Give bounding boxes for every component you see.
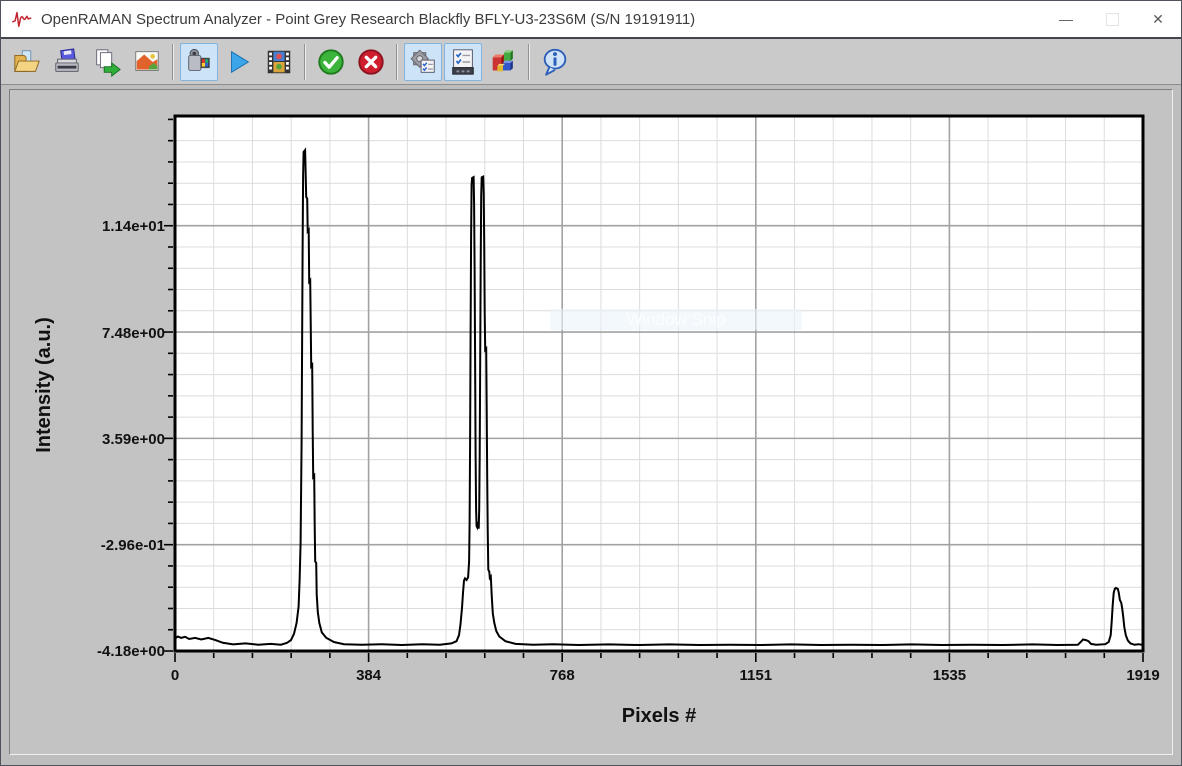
open-button[interactable] [8, 43, 46, 81]
toolbar-separator [528, 44, 530, 80]
blocks-chart-icon [488, 47, 518, 77]
about-button[interactable] [536, 43, 574, 81]
acquisition-settings-button[interactable] [444, 43, 482, 81]
save-icon [52, 47, 82, 77]
play-icon [224, 47, 254, 77]
screenshot-button[interactable] [128, 43, 166, 81]
minimize-button[interactable]: — [1043, 1, 1089, 37]
accept-button[interactable] [312, 43, 350, 81]
window-controls: — ✕ [1043, 1, 1181, 37]
x-tick-label: 1919 [1103, 666, 1182, 686]
x-axis-title: Pixels # [175, 705, 1143, 728]
spectrum-plot[interactable] [163, 104, 1155, 663]
film-icon [264, 47, 294, 77]
camera-settings-button[interactable] [404, 43, 442, 81]
toolbar-separator [172, 44, 174, 80]
export-copy-icon [92, 47, 122, 77]
window-title: OpenRAMAN Spectrum Analyzer - Point Grey… [41, 11, 695, 28]
record-button[interactable] [260, 43, 298, 81]
checklist-icon [448, 47, 478, 77]
title-bar: OpenRAMAN Spectrum Analyzer - Point Grey… [1, 1, 1181, 37]
x-tick-label: 1151 [716, 666, 796, 686]
y-tick-label: 1.14e+01 [50, 217, 165, 237]
x-tick-label: 768 [522, 666, 602, 686]
gear-settings-icon [408, 47, 438, 77]
toolbar [1, 39, 1181, 85]
x-tick-label: 384 [329, 666, 409, 686]
chart-panel: Window Snip 1.14e+01 7.48e+00 3.59e+00 -… [9, 89, 1173, 755]
cancel-button[interactable] [352, 43, 390, 81]
toolbar-separator [396, 44, 398, 80]
x-tick-label: 0 [135, 666, 215, 686]
maximize-button[interactable] [1089, 1, 1135, 37]
y-tick-label: 3.59e+00 [50, 430, 165, 450]
y-tick-label: -2.96e-01 [50, 536, 165, 556]
info-icon [540, 47, 570, 77]
toolbar-separator [304, 44, 306, 80]
camera-connect-button[interactable] [180, 43, 218, 81]
save-button[interactable] [48, 43, 86, 81]
play-button[interactable] [220, 43, 258, 81]
open-folder-icon [12, 47, 42, 77]
cancel-x-icon [356, 47, 386, 77]
graph-settings-button[interactable] [484, 43, 522, 81]
x-tick-label: 1535 [909, 666, 989, 686]
main-area: Window Snip 1.14e+01 7.48e+00 3.59e+00 -… [1, 85, 1181, 766]
close-button[interactable]: ✕ [1135, 1, 1181, 37]
accept-check-icon [316, 47, 346, 77]
app-window: OpenRAMAN Spectrum Analyzer - Point Grey… [0, 0, 1182, 766]
y-tick-label: -4.18e+00 [50, 642, 165, 662]
export-button[interactable] [88, 43, 126, 81]
maximize-icon [1106, 13, 1119, 26]
app-logo-icon [11, 8, 33, 30]
camera-icon [184, 47, 214, 77]
image-icon [132, 47, 162, 77]
y-tick-label: 7.48e+00 [50, 324, 165, 344]
y-axis-title: Intensity (a.u.) [33, 235, 61, 535]
